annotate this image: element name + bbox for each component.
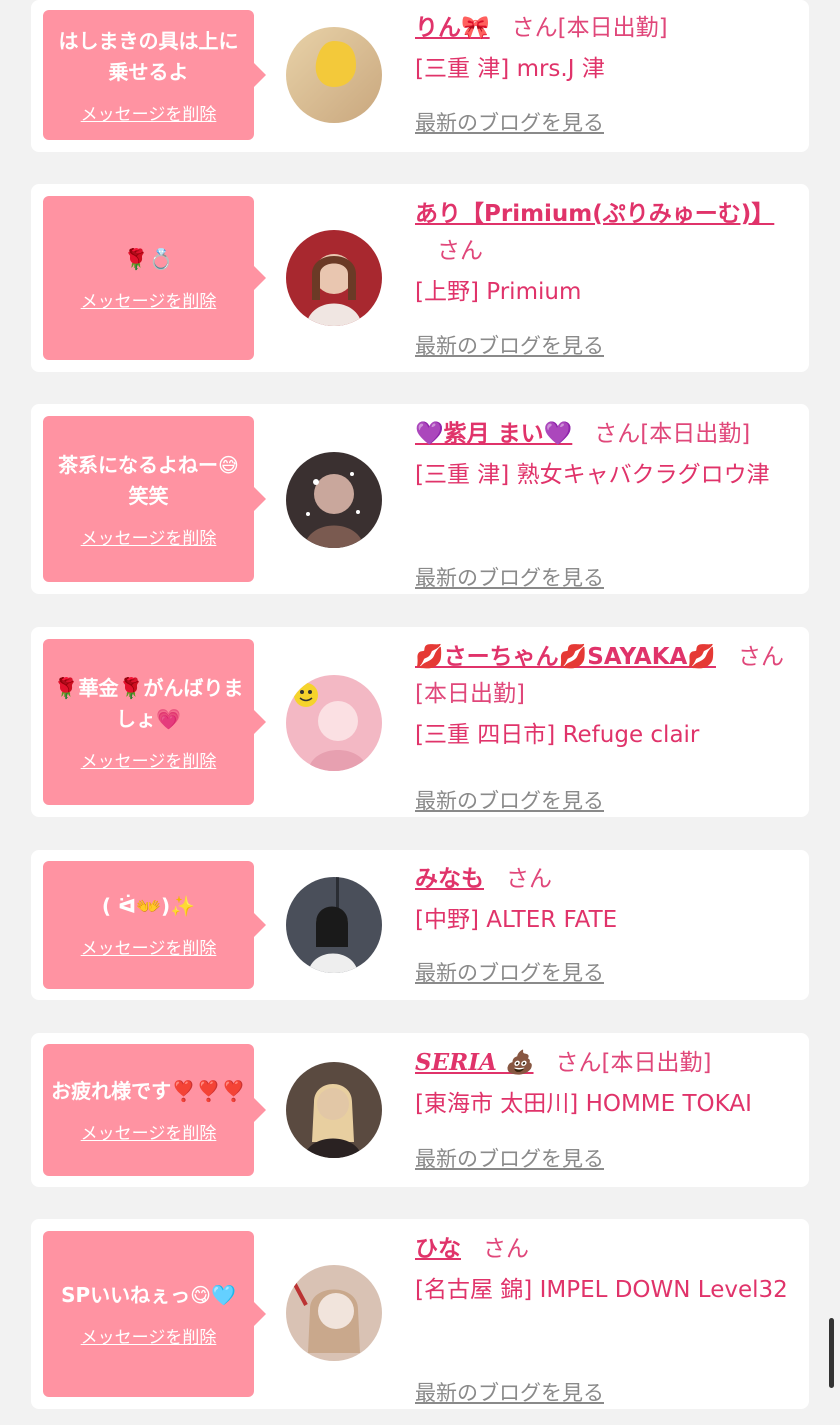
- message-text: お疲れ様です❣️❣️❣️: [51, 1079, 246, 1103]
- girl-name-link[interactable]: SERIA 💩: [415, 1049, 534, 1076]
- delete-message-link[interactable]: メッセージを削除: [81, 1119, 217, 1144]
- girl-info: あり【Primium(ぷりみゅーむ)】さん [上野] Primium 最新のブロ…: [415, 196, 795, 358]
- girl-info: みなも さん [中野] ALTER FATE 最新のブログを見る: [415, 861, 795, 985]
- shop-info: [三重 四日市] Refuge clair: [415, 722, 700, 748]
- message-text: SPいいねぇっ😋🩵: [61, 1283, 236, 1307]
- girl-info: 💋さーちゃん💋SAYAKA💋 さん[本日出勤] [三重 四日市] Refuge c…: [415, 639, 795, 813]
- girl-name-link[interactable]: あり【Primium(ぷりみゅーむ)】: [415, 201, 774, 227]
- message-text: ( ᐛ👐)✨: [101, 894, 196, 918]
- scrollbar[interactable]: [829, 1318, 834, 1388]
- message-card: 🌹華金🌹がんばりましょ💗 メッセージを削除 💋さーちゃん💋SAYAKA💋 さん[本…: [31, 627, 809, 817]
- message-bubble: 🌹💍 メッセージを削除: [43, 196, 266, 360]
- delete-message-link[interactable]: メッセージを削除: [81, 100, 217, 125]
- avatar-image: [286, 27, 382, 123]
- delete-message-link[interactable]: メッセージを削除: [81, 934, 217, 959]
- delete-message-link[interactable]: メッセージを削除: [81, 1323, 217, 1348]
- girl-name-link[interactable]: 💜紫月 まい💜: [415, 421, 572, 447]
- girl-name-link[interactable]: 💋さーちゃん💋SAYAKA💋: [415, 644, 716, 670]
- girl-suffix: さん[本日出勤]: [511, 15, 668, 41]
- message-card: ( ᐛ👐)✨ メッセージを削除 みなも さん [中野] ALTER FATE 最新…: [31, 850, 809, 1000]
- girl-suffix: さん: [437, 238, 483, 264]
- girl-suffix: さん: [483, 1236, 529, 1262]
- avatar-image: [286, 675, 382, 771]
- latest-blog-link[interactable]: 最新のブログを見る: [415, 562, 604, 592]
- avatar-image: [286, 452, 382, 548]
- message-bubble: 茶系になるよねー😅笑笑 メッセージを削除: [43, 416, 266, 582]
- avatar-image: [286, 230, 382, 326]
- latest-blog-link[interactable]: 最新のブログを見る: [415, 330, 604, 360]
- avatar[interactable]: [286, 1265, 382, 1361]
- avatar-image: [286, 1265, 382, 1361]
- avatar[interactable]: [286, 230, 382, 326]
- avatar[interactable]: [286, 27, 382, 123]
- latest-blog-link[interactable]: 最新のブログを見る: [415, 1377, 604, 1407]
- shop-info: [名古屋 錦] IMPEL DOWN Level32: [415, 1277, 788, 1303]
- avatar[interactable]: [286, 452, 382, 548]
- message-card: お疲れ様です❣️❣️❣️ メッセージを削除 SERIA 💩 さん[本日出勤] [東…: [31, 1033, 809, 1187]
- message-text: 茶系になるよねー😅笑笑: [58, 452, 239, 508]
- latest-blog-link[interactable]: 最新のブログを見る: [415, 107, 604, 137]
- girl-suffix: さん[本日出勤]: [555, 1050, 712, 1076]
- avatar[interactable]: [286, 675, 382, 771]
- shop-info: [中野] ALTER FATE: [415, 907, 618, 933]
- shop-info: [上野] Primium: [415, 279, 582, 305]
- avatar[interactable]: [286, 1062, 382, 1158]
- girl-info: ひな さん [名古屋 錦] IMPEL DOWN Level32 最新のブログを見…: [415, 1231, 795, 1405]
- message-bubble: お疲れ様です❣️❣️❣️ メッセージを削除: [43, 1044, 266, 1176]
- girl-suffix: さん: [506, 866, 552, 892]
- message-card: 🌹💍 メッセージを削除 あり【Primium(ぷりみゅーむ)】さん [上野] P…: [31, 184, 809, 372]
- girl-name-link[interactable]: みなも: [415, 866, 484, 892]
- girl-name-link[interactable]: りん🎀: [415, 15, 490, 41]
- latest-blog-link[interactable]: 最新のブログを見る: [415, 1143, 604, 1173]
- message-card: 茶系になるよねー😅笑笑 メッセージを削除 💜紫月 まい💜 さん[本日出勤] [三重…: [31, 404, 809, 594]
- avatar-image: [286, 1062, 382, 1158]
- message-text: 🌹💍: [123, 247, 174, 271]
- latest-blog-link[interactable]: 最新のブログを見る: [415, 957, 604, 987]
- girl-name-link[interactable]: ひな: [415, 1236, 461, 1262]
- avatar[interactable]: [286, 877, 382, 973]
- delete-message-link[interactable]: メッセージを削除: [81, 287, 217, 312]
- shop-info: [東海市 太田川] HOMME TOKAI: [415, 1091, 752, 1117]
- message-bubble: 🌹華金🌹がんばりましょ💗 メッセージを削除: [43, 639, 266, 805]
- message-bubble: SPいいねぇっ😋🩵 メッセージを削除: [43, 1231, 266, 1397]
- message-bubble: はしまきの具は上に乗せるよ メッセージを削除: [43, 10, 266, 140]
- message-bubble: ( ᐛ👐)✨ メッセージを削除: [43, 861, 266, 989]
- delete-message-link[interactable]: メッセージを削除: [81, 524, 217, 549]
- girl-suffix: さん[本日出勤]: [594, 421, 751, 447]
- message-card: SPいいねぇっ😋🩵 メッセージを削除 ひな さん [名古屋 錦] IMPEL DO…: [31, 1219, 809, 1409]
- girl-info: りん🎀 さん[本日出勤] [三重 津] mrs.J 津 最新のブログを見る: [415, 10, 795, 135]
- delete-message-link[interactable]: メッセージを削除: [81, 747, 217, 772]
- latest-blog-link[interactable]: 最新のブログを見る: [415, 785, 604, 815]
- shop-info: [三重 津] 熟女キャバクラグロウ津: [415, 462, 770, 488]
- avatar-image: [286, 877, 382, 973]
- girl-info: 💜紫月 まい💜 さん[本日出勤] [三重 津] 熟女キャバクラグロウ津 最新のブロ…: [415, 416, 795, 590]
- girl-info: SERIA 💩 さん[本日出勤] [東海市 太田川] HOMME TOKAI 最新…: [415, 1044, 795, 1171]
- shop-info: [三重 津] mrs.J 津: [415, 56, 605, 82]
- message-card: はしまきの具は上に乗せるよ メッセージを削除 りん🎀 さん[本日出勤] [三重 津…: [31, 0, 809, 152]
- message-text: 🌹華金🌹がんばりましょ💗: [53, 675, 244, 731]
- message-text: はしまきの具は上に乗せるよ: [58, 28, 239, 84]
